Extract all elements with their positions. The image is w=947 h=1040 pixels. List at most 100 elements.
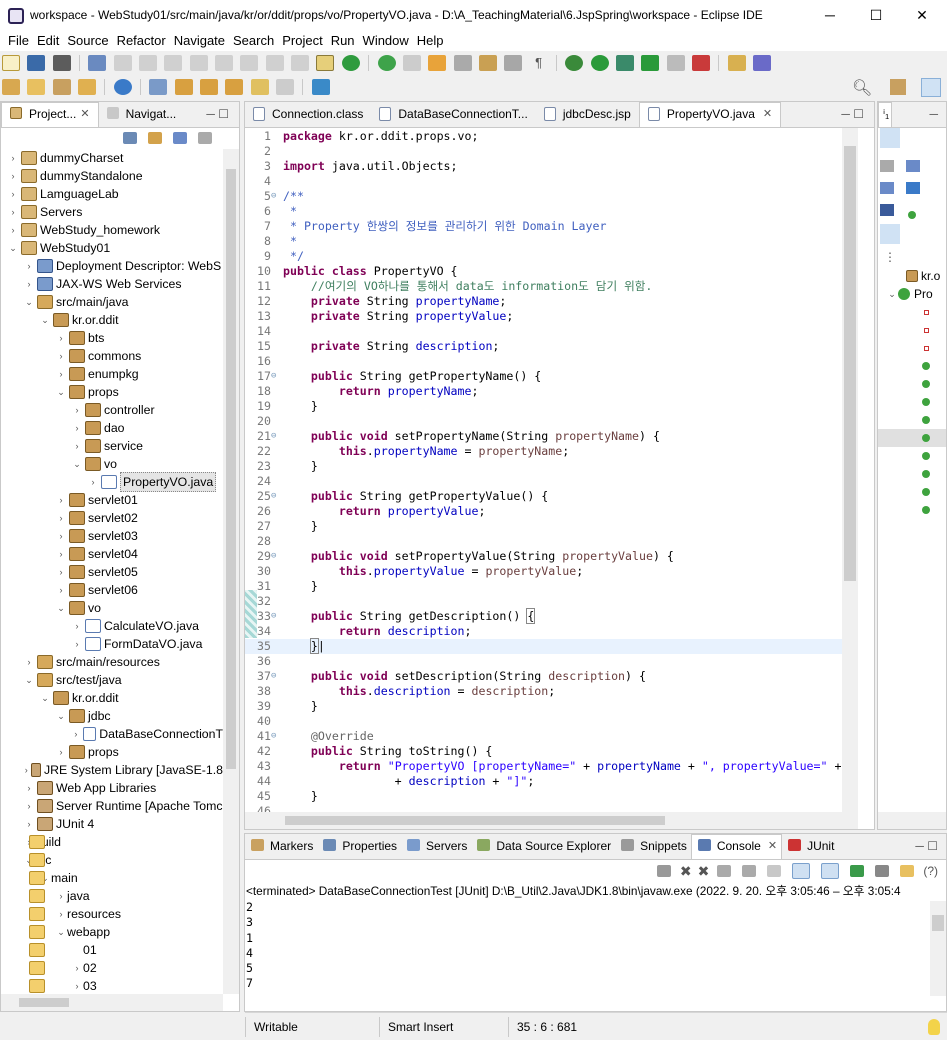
code-line[interactable]: 15 private String description; [245,339,842,354]
code-line[interactable]: 2 [245,144,842,159]
code-line[interactable]: 12 private String propertyName; [245,294,842,309]
collapse-icon[interactable]: ⌄ [39,311,51,329]
code-line[interactable]: 34 return description; [245,624,842,639]
back-icon[interactable] [250,79,269,95]
tree-item[interactable]: ⌄ kr.or.ddit [1,689,223,707]
code-line[interactable]: 35 }| [245,638,842,654]
show-whitespace-icon[interactable] [504,55,523,71]
use-step-filters-icon[interactable] [316,55,335,71]
tab-editor-2[interactable]: jdbcDesc.jsp [536,103,639,127]
code-line[interactable]: 40 [245,714,842,729]
tab-markers[interactable]: Markers [245,835,317,859]
outline-method[interactable] [878,465,946,483]
tree-item[interactable]: › resources [1,905,223,923]
tree-item[interactable]: ⌄main [1,869,223,887]
tree-item[interactable]: › Servers [1,203,223,221]
tree-item[interactable]: ⌄ props [1,383,223,401]
tab-servers[interactable]: Servers [401,835,471,859]
next-annotation-icon[interactable] [174,79,193,95]
collapse-icon[interactable]: ⌄ [7,239,19,257]
word-wrap-console-icon[interactable] [767,865,782,877]
search-icon[interactable]: 🔍︎ [852,78,872,98]
print-icon[interactable] [52,55,71,71]
tree-item[interactable]: ⌄ vo [1,455,223,473]
menu-run[interactable]: Run [329,31,361,51]
outline-method[interactable] [878,447,946,465]
expand-icon[interactable]: › [7,203,19,221]
tree-item[interactable]: › dao [1,419,223,437]
expand-icon[interactable]: › [71,725,81,743]
sort-alpha-icon[interactable] [880,182,894,194]
tree-item[interactable]: ⌄ WebStudy01 [1,239,223,257]
expand-icon[interactable]: › [55,329,67,347]
tree-item[interactable]: ⌄ jdbc [1,707,223,725]
tree-item[interactable]: › JRE System Library [JavaSE-1.8 [1,761,223,779]
expand-icon[interactable]: › [55,509,67,527]
editor-hscrollbar[interactable] [245,812,858,829]
code-line[interactable]: 22 this.propertyName = propertyName; [245,444,842,459]
tab-editor-3[interactable]: PropertyVO.java ✕ [638,102,782,127]
explorer-hscrollbar[interactable] [1,994,223,1011]
hide-nonpublic-icon[interactable] [906,182,920,194]
expand-icon[interactable]: › [23,257,35,275]
remove-all-icon[interactable]: ✖ [698,863,710,880]
fold-icon[interactable]: ⊖ [271,189,276,204]
menu-source[interactable]: Source [65,31,114,51]
code-line[interactable]: 41 ⊖ @Override [245,729,842,744]
expand-icon[interactable]: › [55,743,67,761]
tree-item[interactable]: › JUnit 4 [1,815,223,833]
console-output[interactable]: 231457 [245,900,946,992]
tab-snippets[interactable]: Snippets [615,835,691,859]
tree-item[interactable]: › src/main/resources [1,653,223,671]
maximize-button[interactable]: ☐ [853,0,899,31]
open-console-icon[interactable] [900,865,915,877]
tree-item[interactable]: › PropertyVO.java [1,472,223,492]
collapse-icon[interactable]: ⌄ [55,923,67,941]
expand-icon[interactable]: › [55,347,67,365]
minimize-outline-icon[interactable]: ─ [929,107,946,127]
expand-icon[interactable]: › [71,959,83,977]
code-line[interactable]: 33 ⊖ public String getDescription() { [245,608,842,624]
fold-icon[interactable]: ⊖ [271,549,276,564]
tree-item[interactable]: › dummyStandalone [1,167,223,185]
open-perspective-icon[interactable] [890,79,906,95]
outline-item[interactable]: ⌄ Pro [878,285,946,303]
expand-icon[interactable]: › [7,167,19,185]
expand-icon[interactable]: › [71,617,83,635]
code-line[interactable]: 32 [245,594,842,609]
tree-item[interactable]: › servlet06 [1,581,223,599]
new-task-icon[interactable] [311,79,330,95]
outline-hscrollbar[interactable] [878,812,946,829]
tree-item[interactable]: › servlet04 [1,545,223,563]
tab-junit[interactable]: JUnit [782,835,838,859]
hide-fields-icon[interactable] [880,160,894,172]
outline-method[interactable] [878,429,946,447]
menu-refactor[interactable]: Refactor [115,31,172,51]
tree-item[interactable]: › Deployment Descriptor: WebS [1,257,223,275]
tree-item[interactable]: › CalculateVO.java [1,617,223,635]
outline-field[interactable] [878,339,946,357]
tree-item[interactable]: › controller [1,401,223,419]
settings-icon[interactable] [753,55,771,71]
code-line[interactable]: 19 } [245,399,842,414]
tree-item[interactable]: › 02 [1,959,223,977]
hide-local-types-icon[interactable] [880,204,894,216]
paragraph-icon[interactable]: ¶ [530,55,548,71]
menu-edit[interactable]: Edit [35,31,65,51]
outline-field[interactable] [878,303,946,321]
code-line[interactable]: 5 ⊖ /** [245,189,842,204]
java-ee-perspective-icon[interactable] [921,78,941,97]
close-button[interactable]: ✕ [899,0,945,31]
tree-item[interactable]: › commons [1,347,223,365]
help-icon[interactable]: (?) [923,864,938,878]
expand-icon[interactable]: › [71,401,83,419]
code-line[interactable]: 37 ⊖ public void setDescription(String de… [245,669,842,684]
outline-method[interactable] [878,393,946,411]
previous-annotation-icon[interactable] [200,79,219,95]
expand-icon[interactable]: › [71,977,83,994]
tree-item[interactable]: › service [1,437,223,455]
collapse-icon[interactable]: ⌄ [55,599,67,617]
tree-item[interactable]: ⌄ vo [1,599,223,617]
disconnect-icon[interactable] [215,55,234,71]
menu-window[interactable]: Window [361,31,415,51]
